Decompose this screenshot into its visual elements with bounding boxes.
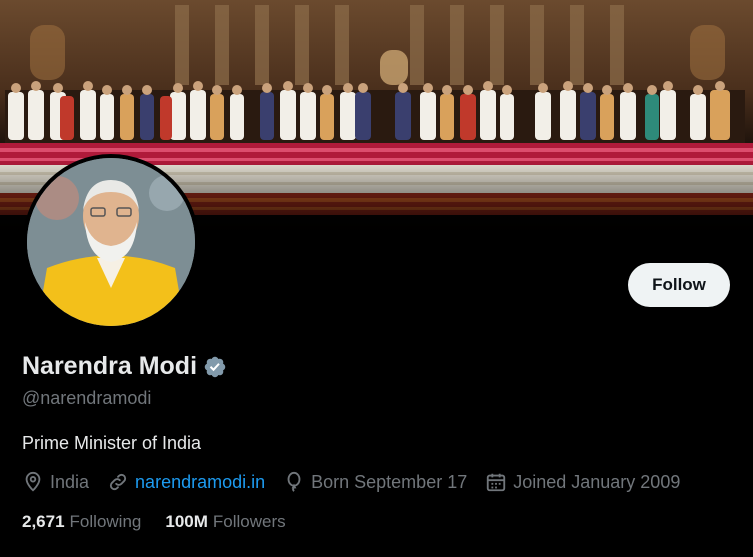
joined-text: Joined January 2009 bbox=[513, 471, 681, 492]
calendar-icon bbox=[487, 473, 506, 492]
profile-avatar[interactable] bbox=[23, 154, 199, 330]
follow-button[interactable]: Follow bbox=[628, 263, 730, 307]
link-icon bbox=[109, 473, 127, 491]
birthday-item: Born September 17 bbox=[283, 471, 467, 493]
profile-name-row: Narendra Modi bbox=[22, 352, 227, 381]
following-count: 2,671 bbox=[22, 512, 65, 531]
joined-item: Joined January 2009 bbox=[485, 471, 680, 493]
followers-stat[interactable]: 100M Followers bbox=[165, 512, 285, 532]
following-label: Following bbox=[69, 512, 142, 531]
location-pin-icon bbox=[25, 471, 41, 492]
location-item: India bbox=[22, 471, 89, 493]
birthday-text: Born September 17 bbox=[311, 471, 468, 492]
website-item: narendramodi.in bbox=[107, 471, 265, 493]
followers-label: Followers bbox=[212, 512, 286, 531]
balloon-icon bbox=[287, 471, 301, 492]
verified-badge-icon[interactable] bbox=[203, 355, 227, 379]
location-text: India bbox=[50, 471, 90, 492]
profile-stats: 2,671 Following 100M Followers bbox=[22, 512, 310, 532]
followers-count: 100M bbox=[165, 512, 208, 531]
profile-meta: India narendramodi.in Born September 17 … bbox=[22, 471, 698, 493]
website-link[interactable]: narendramodi.in bbox=[135, 472, 265, 493]
profile-handle: @narendramodi bbox=[22, 388, 152, 408]
avatar-image bbox=[27, 158, 195, 326]
profile-bio: Prime Minister of India bbox=[22, 433, 202, 453]
following-stat[interactable]: 2,671 Following bbox=[22, 512, 141, 532]
profile-display-name: Narendra Modi bbox=[22, 352, 198, 380]
